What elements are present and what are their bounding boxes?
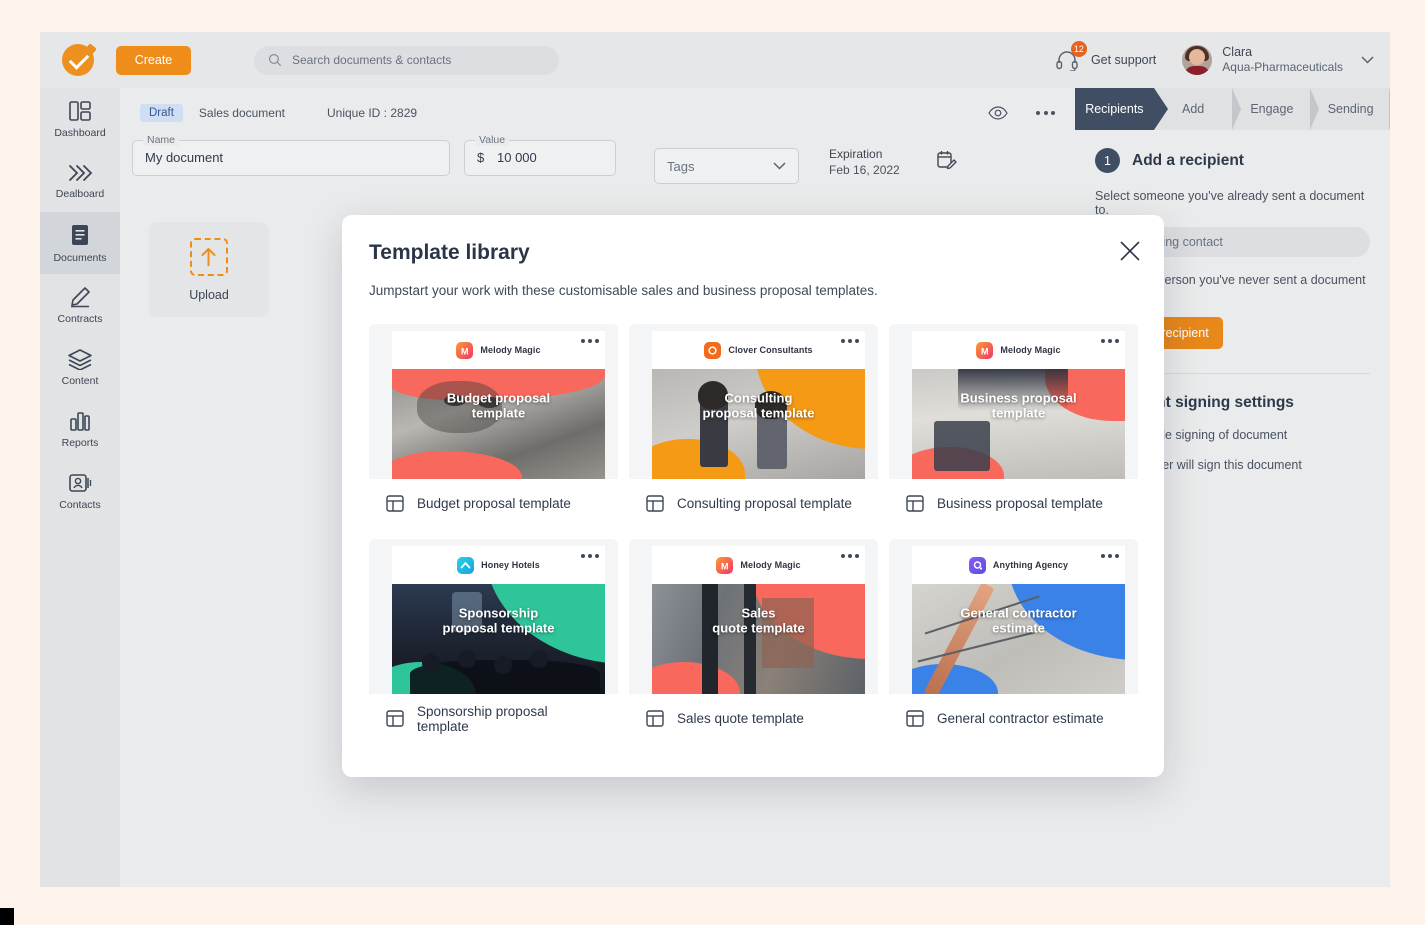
brand-name: Melody Magic	[740, 560, 800, 570]
template-label: Business proposal template	[937, 496, 1103, 511]
template-label: Sales quote template	[677, 711, 804, 726]
more-dots-icon[interactable]	[1101, 339, 1119, 343]
template-layout-icon	[646, 495, 664, 512]
thumbnail-image	[912, 584, 1125, 694]
thumbnail-title: General contractorestimate	[912, 607, 1125, 637]
brand-name: Melody Magic	[1000, 345, 1060, 355]
template-layout-icon	[906, 495, 924, 512]
brand-name: Anything Agency	[993, 560, 1068, 570]
template-card[interactable]: M Melody Magic Business propos	[889, 324, 1138, 528]
thumbnail-image	[652, 369, 865, 479]
thumbnail-title: Consultingproposal template	[652, 392, 865, 422]
brand-logo-icon: M	[456, 342, 473, 359]
template-layout-icon	[386, 710, 404, 727]
app-window: Create Search documents & contacts 12 Ge…	[40, 32, 1390, 887]
template-label: Budget proposal template	[417, 496, 571, 511]
template-card[interactable]: M Melody Magic	[369, 324, 618, 528]
thumbnail-title: Budget proposaltemplate	[392, 392, 605, 422]
brand-logo-icon: M	[976, 342, 993, 359]
modal-title: Template library	[369, 241, 1137, 265]
brand-logo-icon: M	[716, 557, 733, 574]
template-label: General contractor estimate	[937, 711, 1104, 726]
close-button[interactable]	[1118, 239, 1142, 263]
thumbnail-title: Salesquote template	[652, 607, 865, 637]
template-card[interactable]: Clover Consultants Consulting	[629, 324, 878, 528]
svg-text:M: M	[461, 346, 469, 356]
svg-text:M: M	[721, 561, 729, 571]
thumbnail-image	[912, 369, 1125, 479]
template-thumbnail: Anything Agency General contractorestima…	[912, 546, 1125, 694]
template-card[interactable]: Honey Hotels	[369, 539, 618, 743]
modal-subtitle: Jumpstart your work with these customisa…	[369, 283, 1137, 298]
thumbnail-title: Business proposaltemplate	[912, 392, 1125, 422]
template-layout-icon	[646, 710, 664, 727]
close-icon	[1118, 239, 1142, 263]
more-dots-icon[interactable]	[841, 554, 859, 558]
thumbnail-image	[652, 584, 865, 694]
brand-name: Clover Consultants	[728, 345, 812, 355]
more-dots-icon[interactable]	[581, 554, 599, 558]
thumbnail-image	[392, 584, 605, 694]
template-card[interactable]: M Melody Magic	[629, 539, 878, 743]
template-label: Sponsorship proposal template	[417, 704, 601, 734]
template-thumbnail: M Melody Magic Business propos	[912, 331, 1125, 479]
thumbnail-title: Sponsorshipproposal template	[392, 607, 605, 637]
brand-logo-icon	[704, 342, 721, 359]
brand-name: Honey Hotels	[481, 560, 540, 570]
template-thumbnail: M Melody Magic	[392, 331, 605, 479]
template-thumbnail: M Melody Magic	[652, 546, 865, 694]
more-dots-icon[interactable]	[1101, 554, 1119, 558]
more-dots-icon[interactable]	[841, 339, 859, 343]
template-layout-icon	[906, 710, 924, 727]
template-thumbnail: Honey Hotels	[392, 546, 605, 694]
brand-logo-icon	[457, 557, 474, 574]
modal-overlay: Template library Jumpstart your work wit…	[40, 32, 1390, 887]
brand-name: Melody Magic	[480, 345, 540, 355]
template-layout-icon	[386, 495, 404, 512]
template-label: Consulting proposal template	[677, 496, 852, 511]
cursor-artifact	[0, 908, 14, 925]
template-grid: M Melody Magic	[369, 324, 1137, 743]
brand-logo-icon	[969, 557, 986, 574]
thumbnail-image	[392, 369, 605, 479]
svg-text:M: M	[981, 346, 989, 356]
template-card[interactable]: Anything Agency General contractorestima…	[889, 539, 1138, 743]
more-dots-icon[interactable]	[581, 339, 599, 343]
template-library-modal: Template library Jumpstart your work wit…	[342, 215, 1164, 777]
template-thumbnail: Clover Consultants Consulting	[652, 331, 865, 479]
